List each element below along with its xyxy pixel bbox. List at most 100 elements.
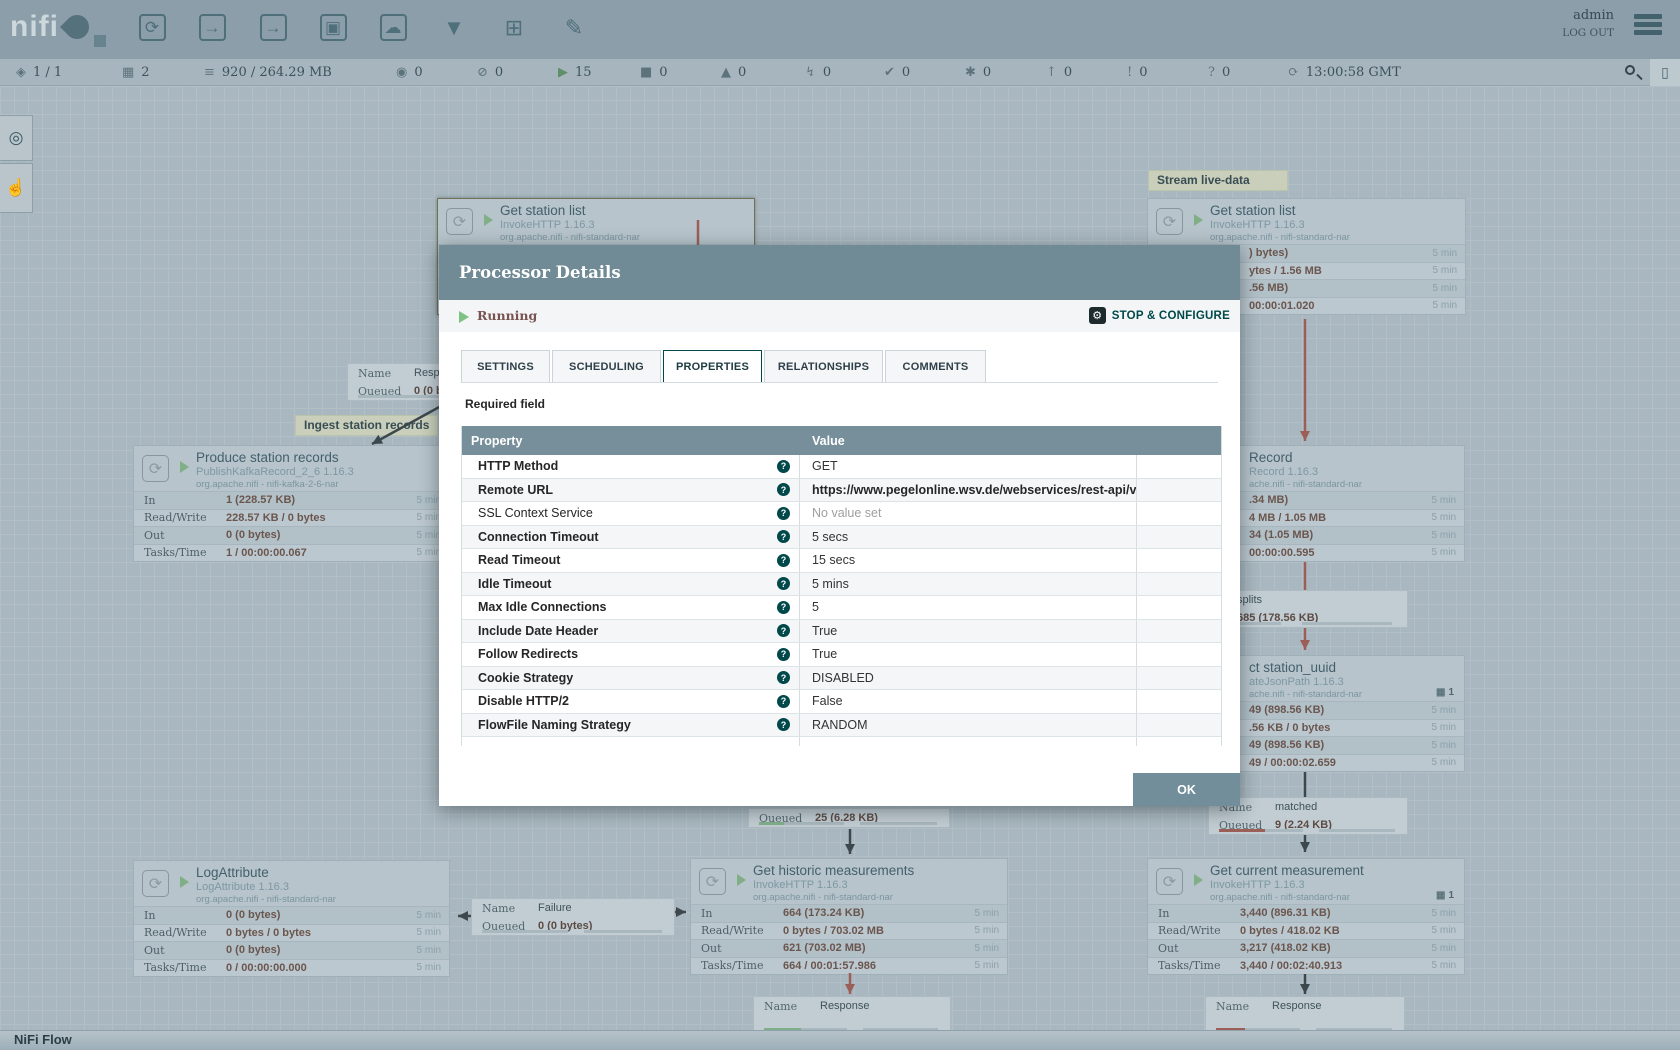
current-user: admin (1562, 8, 1614, 23)
canvas-label[interactable]: Stream live-data (1148, 170, 1288, 191)
properties-table-header: Property Value (462, 426, 1221, 455)
refresh-icon[interactable]: ⟳ (1288, 65, 1299, 80)
status-sync-failure-count: 0 (1222, 65, 1230, 80)
property-value: 5 secs (812, 530, 848, 544)
stat-window: 5 min (1412, 757, 1464, 768)
input-port-icon[interactable]: → (196, 11, 228, 44)
output-port-icon[interactable]: → (257, 11, 289, 44)
queue-bar-fill (1219, 829, 1265, 832)
running-status-label: Running (477, 308, 537, 323)
search-icon[interactable] (1616, 59, 1650, 86)
processor-header: ⟳LogAttributeLogAttribute 1.16.3org.apac… (134, 861, 449, 906)
stop-and-configure-button[interactable]: ⚙ STOP & CONFIGURE (1089, 307, 1230, 324)
user-box: admin LOG OUT (1562, 8, 1614, 39)
help-icon[interactable]: ? (777, 648, 790, 661)
breadcrumb[interactable]: NiFi Flow (14, 1032, 72, 1047)
help-icon[interactable]: ? (777, 530, 790, 543)
stat-row: In1 (228.57 KB)5 min (134, 491, 449, 509)
stat-value: ) bytes) (1240, 247, 1413, 259)
processor-icon[interactable]: ⟳ (136, 11, 168, 44)
help-icon[interactable]: ? (777, 554, 790, 567)
status-bar: ▯ ◈1 / 1▦2≡920 / 264.29 MB◉0⊘0▶15■0▲0↯0✔… (0, 59, 1680, 86)
processor-type: LogAttribute 1.16.3 (196, 881, 289, 893)
label-icon[interactable]: ✎ (558, 11, 590, 44)
property-row: Idle Timeout?5 mins (462, 573, 1221, 597)
property-row: Connection Timeout?5 secs (462, 526, 1221, 550)
help-icon[interactable]: ? (777, 507, 790, 520)
stat-value: 0 (0 bytes) (226, 944, 397, 956)
processor-get-historic-measurements[interactable]: ⟳Get historic measurementsInvokeHTTP 1.1… (690, 858, 1008, 975)
required-field-note: Required field (465, 397, 545, 411)
app-header: nifi ⟳→→▣☁▼⊞✎ admin LOG OUT (0, 0, 1680, 59)
gear-icon: ⚙ (1089, 307, 1106, 324)
processor-log-attribute[interactable]: ⟳LogAttributeLogAttribute 1.16.3org.apac… (133, 860, 450, 977)
property-value: RANDOM (812, 718, 868, 732)
processor-name: Get station list (500, 203, 586, 218)
stat-row: Tasks/Time3,440 / 00:02:40.9135 min (1148, 957, 1464, 975)
help-icon[interactable]: ? (777, 460, 790, 473)
ok-button[interactable]: OK (1133, 773, 1240, 806)
property-value: https://www.pegelonline.wsv.de/webservic… (812, 483, 1137, 497)
queue-response-bottom-left[interactable]: NameResponse (753, 996, 951, 1034)
refresh-time: 13:00:58 GMT (1306, 65, 1401, 80)
processor-get-current-measurement[interactable]: ⟳Get current measurementInvokeHTTP 1.16.… (1147, 858, 1465, 975)
help-icon[interactable]: ? (777, 624, 790, 637)
stat-value: 0 bytes / 418.02 KB (1240, 925, 1412, 937)
stat-label: In (1148, 907, 1240, 920)
stat-label: Read/Write (1148, 924, 1240, 937)
tab-properties[interactable]: PROPERTIES (663, 350, 762, 383)
property-row-partial (462, 737, 1221, 746)
logout-link[interactable]: LOG OUT (1562, 27, 1614, 39)
property-name: FlowFile Naming Strategy (462, 718, 631, 732)
help-icon[interactable]: ? (777, 671, 790, 684)
help-icon[interactable]: ? (777, 718, 790, 731)
locally-modified-stale-icon: ! (1127, 65, 1132, 80)
stat-window: 5 min (1412, 512, 1464, 523)
status-disabled: ↯0 (805, 59, 831, 86)
help-icon[interactable]: ? (777, 601, 790, 614)
template-icon[interactable]: ⊞ (498, 11, 530, 44)
stat-value: 1 / 00:00:00.067 (226, 547, 397, 559)
stat-label: Read/Write (691, 924, 783, 937)
process-group-icon[interactable]: ▣ (317, 11, 349, 44)
property-row: Include Date Header?True (462, 620, 1221, 644)
property-name: Cookie Strategy (462, 671, 573, 685)
canvas-label[interactable]: Ingest station records (295, 415, 438, 436)
stat-row: Tasks/Time1 / 00:00:00.0675 min (134, 544, 449, 562)
processor-header: ⟳Get station listInvokeHTTP 1.16.3org.ap… (1148, 199, 1465, 244)
remote-process-group-icon[interactable]: ☁ (377, 11, 409, 44)
status-up-to-date: ✔0 (884, 59, 910, 86)
transmitting-icon: ◉ (396, 65, 407, 80)
tab-scheduling[interactable]: SCHEDULING (552, 350, 661, 383)
property-name-cell: Include Date Header? (462, 620, 800, 643)
nifi-app: nifi ⟳→→▣☁▼⊞✎ admin LOG OUT ▯ ◈1 / 1▦2≡9… (0, 0, 1680, 1050)
tab-relationships[interactable]: RELATIONSHIPS (764, 350, 883, 383)
tab-settings[interactable]: SETTINGS (461, 350, 550, 383)
funnel-icon[interactable]: ▼ (438, 11, 470, 44)
property-extra-cell (1137, 714, 1221, 737)
queue-response-bottom-right[interactable]: NameResponse (1205, 996, 1405, 1034)
stat-value: 00:00:01.020 (1240, 300, 1413, 312)
property-row: SSL Context Service?No value set (462, 502, 1221, 526)
stat-label: Tasks/Time (1148, 959, 1240, 972)
stat-label: In (134, 909, 226, 922)
crosshair-tool-button[interactable]: ◎ (0, 115, 33, 161)
processor-produce-station-records[interactable]: ⟳Produce station recordsPublishKafkaReco… (133, 445, 450, 562)
invalid-icon: ▲ (721, 65, 731, 80)
queue-25[interactable]: Queued25 (6.28 KB) (748, 808, 950, 828)
status-sync-failure: ?0 (1208, 59, 1230, 86)
queue-failure[interactable]: NameFailureQueued0 (0 bytes) (471, 898, 675, 936)
queue-row-label: Name (358, 367, 414, 380)
status-up-to-date-count: 0 (902, 65, 910, 80)
global-menu-icon[interactable] (1634, 14, 1662, 36)
stat-value: 34 (1.05 MB) (1240, 529, 1412, 541)
tab-comments[interactable]: COMMENTS (885, 350, 986, 383)
help-icon[interactable]: ? (777, 483, 790, 496)
hand-tool-button[interactable]: ☝ (0, 163, 33, 213)
stat-row: Out0 (0 bytes)5 min (134, 941, 449, 959)
property-value-cell: DISABLED (800, 667, 1137, 690)
panel-toggle-icon[interactable]: ▯ (1650, 59, 1680, 86)
status-threads-count: 2 (141, 65, 149, 80)
help-icon[interactable]: ? (777, 577, 790, 590)
help-icon[interactable]: ? (777, 695, 790, 708)
